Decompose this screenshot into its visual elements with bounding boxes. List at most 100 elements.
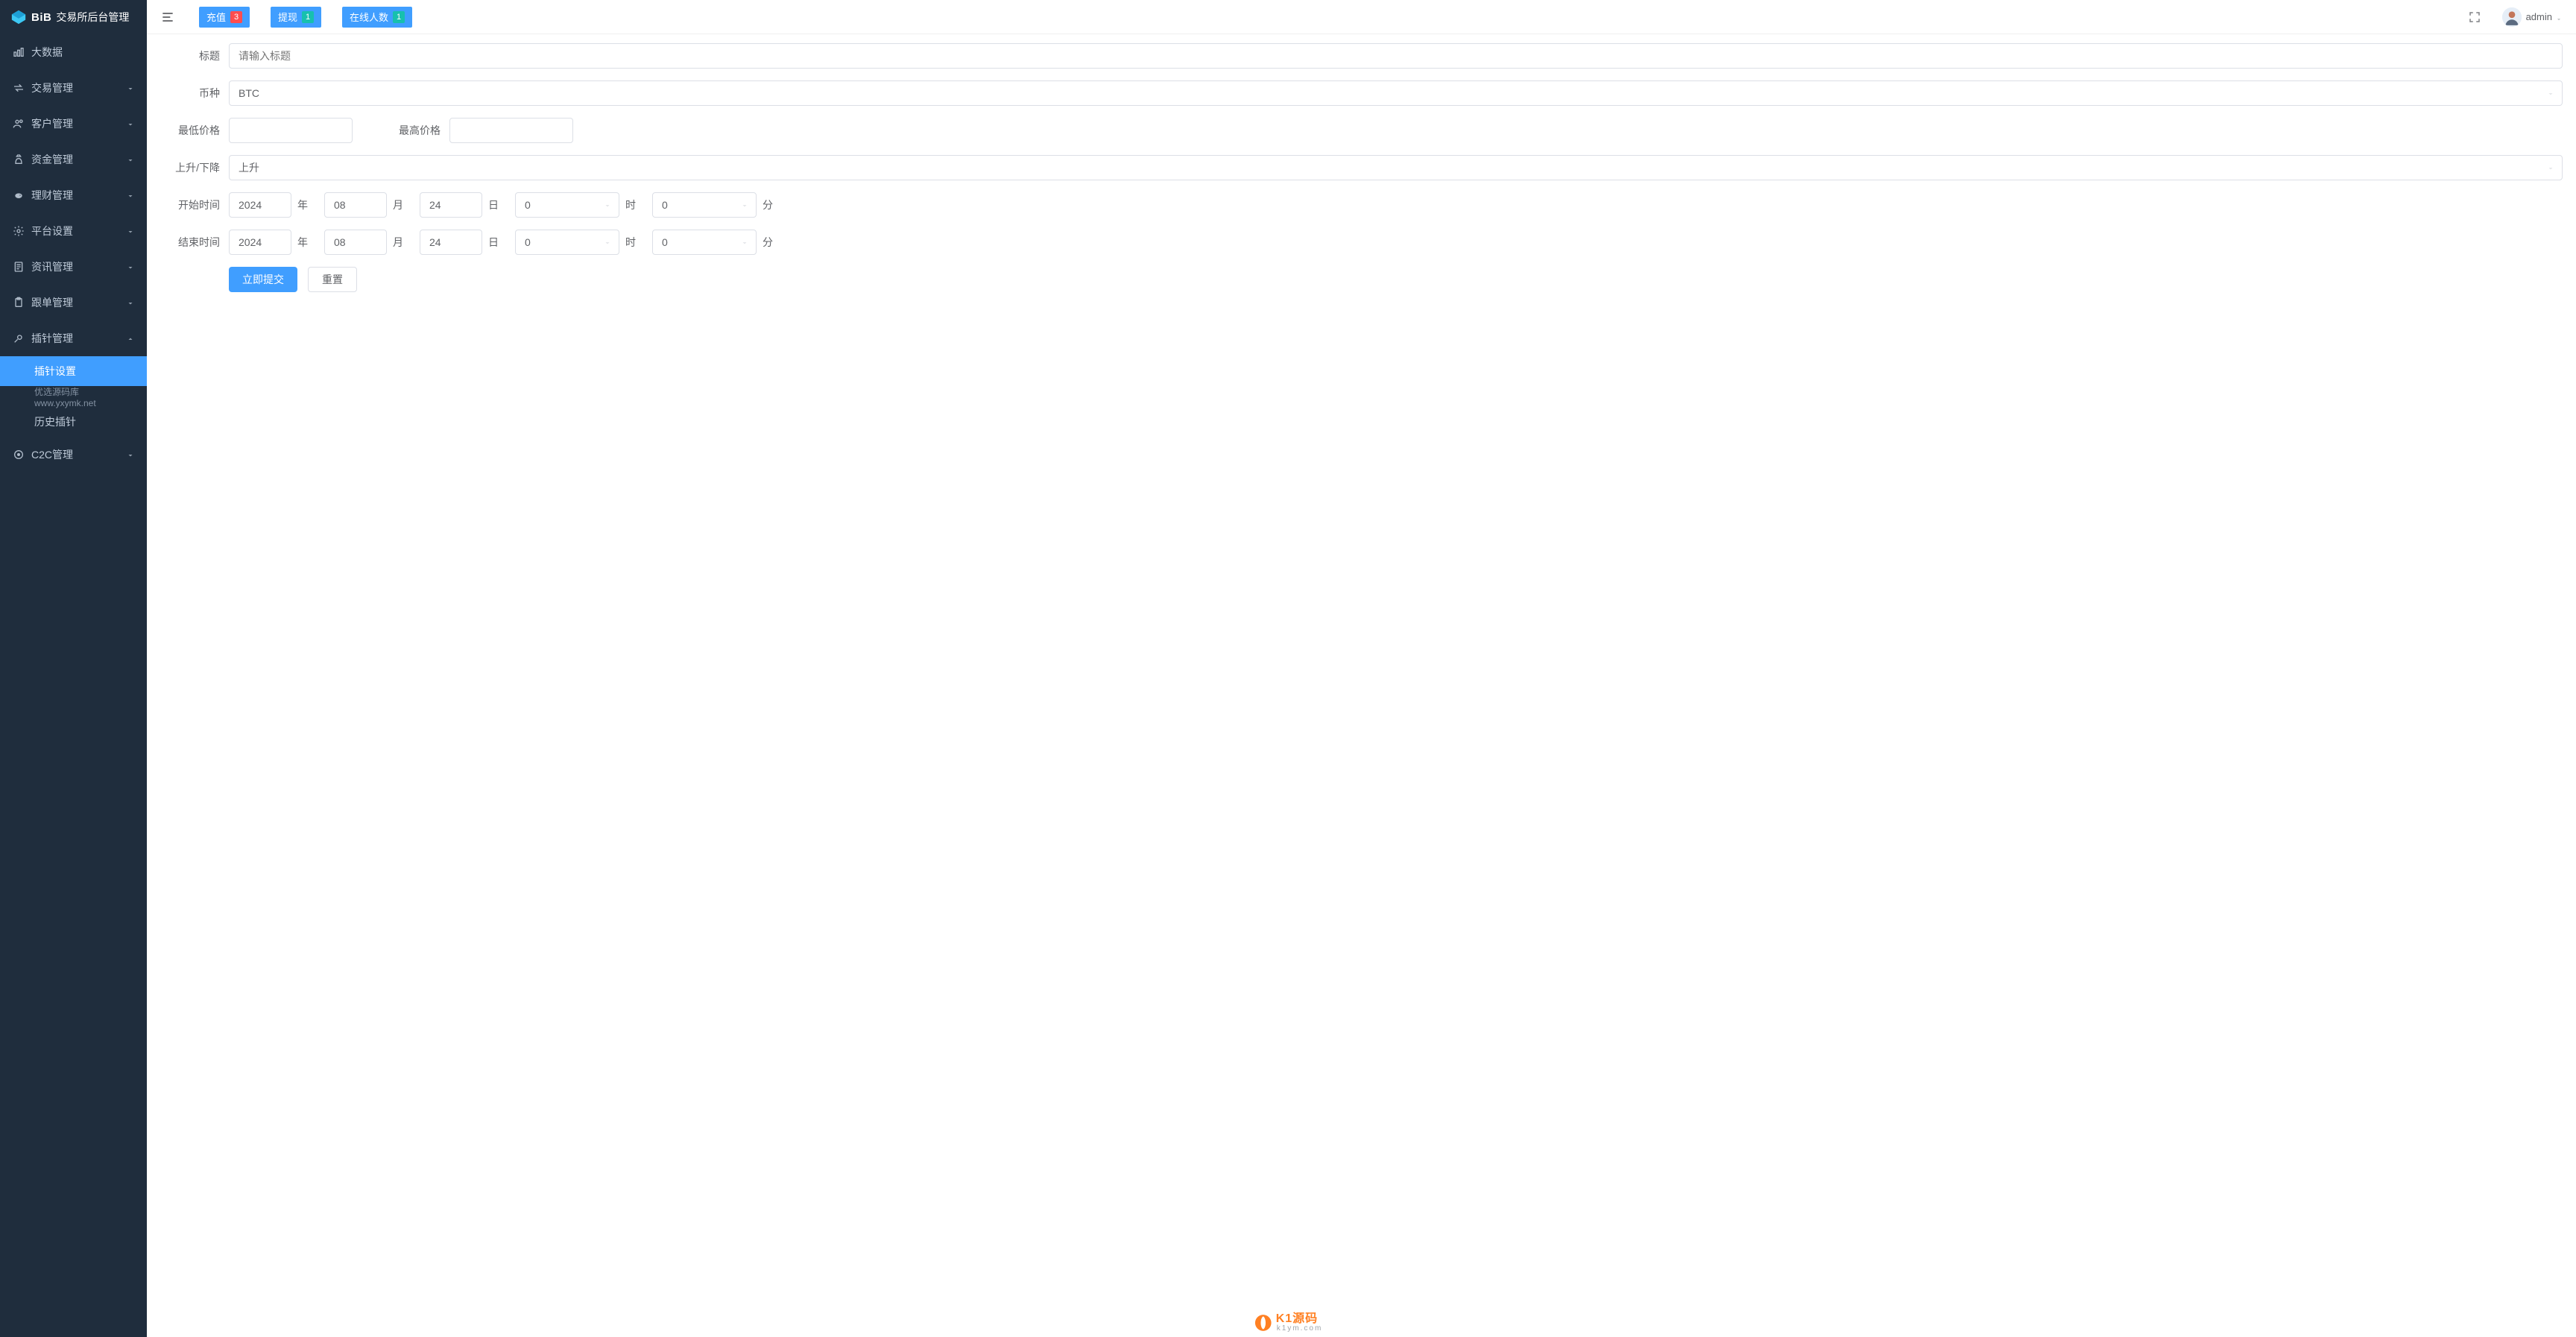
main-area: 充值 3 提现 1 在线人数 1 admin bbox=[147, 0, 2576, 1337]
label-end-time: 结束时间 bbox=[160, 235, 220, 250]
max-price-input[interactable] bbox=[449, 118, 573, 143]
user-menu[interactable]: admin bbox=[2502, 7, 2563, 27]
form-content: 标题 币种 最低价格 最高价格 上升/下降 bbox=[147, 34, 2576, 1337]
sidebar-item-pin[interactable]: 插针管理 bbox=[0, 320, 147, 356]
topbar-btn-count: 3 bbox=[230, 11, 242, 23]
sidebar-note-text: 优选源码库 www.yxymk.net bbox=[34, 385, 135, 408]
sidebar-item-label: 大数据 bbox=[31, 45, 135, 60]
label-title: 标题 bbox=[160, 48, 220, 63]
watermark-sub: k1ym.com bbox=[1277, 1325, 1323, 1333]
sidebar-item-label: 资金管理 bbox=[31, 152, 126, 167]
sidebar-item-label: 客户管理 bbox=[31, 116, 126, 131]
money-bag-icon bbox=[12, 153, 25, 166]
label-max-price: 最高价格 bbox=[373, 123, 441, 138]
avatar-icon bbox=[2502, 7, 2522, 27]
sidebar-item-platform[interactable]: 平台设置 bbox=[0, 213, 147, 249]
sidebar-menu: 大数据 交易管理 客户管理 资金管理 理财管理 bbox=[0, 34, 147, 1337]
sidebar-item-label: 交易管理 bbox=[31, 80, 126, 95]
end-month-input[interactable] bbox=[324, 230, 387, 255]
topbar-btn-recharge[interactable]: 充值 3 bbox=[199, 7, 250, 28]
sidebar-item-customer[interactable]: 客户管理 bbox=[0, 106, 147, 142]
users-icon bbox=[12, 117, 25, 130]
watermark-main: K1源码 bbox=[1276, 1313, 1323, 1325]
unit-day: 日 bbox=[488, 197, 500, 212]
topbar-btn-label: 充值 bbox=[206, 10, 226, 24]
end-hour-select[interactable] bbox=[515, 230, 619, 255]
unit-month: 月 bbox=[393, 197, 405, 212]
label-min-price: 最低价格 bbox=[160, 123, 220, 138]
watermark: K1源码 k1ym.com bbox=[1254, 1313, 1323, 1333]
brand-logo-text: BiB bbox=[31, 11, 51, 24]
start-year-input[interactable] bbox=[229, 192, 291, 218]
fullscreen-icon[interactable] bbox=[2468, 10, 2481, 24]
topbar-btn-withdraw[interactable]: 提现 1 bbox=[271, 7, 321, 28]
sidebar-item-c2c[interactable]: C2C管理 bbox=[0, 437, 147, 472]
sidebar-item-finance[interactable]: 理财管理 bbox=[0, 177, 147, 213]
topbar-btn-count: 1 bbox=[302, 11, 314, 23]
chevron-down-icon bbox=[126, 155, 135, 164]
sidebar-subitem-pin-settings[interactable]: 插针设置 bbox=[0, 356, 147, 386]
menu-toggle-icon[interactable] bbox=[160, 10, 175, 25]
sidebar-item-label: C2C管理 bbox=[31, 447, 126, 462]
app-title: 交易所后台管理 bbox=[56, 10, 129, 25]
sidebar-subitem-note: 优选源码库 www.yxymk.net bbox=[0, 386, 147, 407]
chevron-down-icon bbox=[126, 298, 135, 307]
chevron-down-icon bbox=[126, 227, 135, 236]
unit-minute: 分 bbox=[763, 235, 774, 250]
start-hour-select[interactable] bbox=[515, 192, 619, 218]
user-name: admin bbox=[2526, 11, 2552, 22]
coin-select[interactable] bbox=[229, 80, 2563, 106]
topbar-btn-online[interactable]: 在线人数 1 bbox=[342, 7, 412, 28]
topbar-btn-label: 在线人数 bbox=[350, 10, 388, 24]
unit-day: 日 bbox=[488, 235, 500, 250]
circle-dot-icon bbox=[12, 448, 25, 461]
topbar: 充值 3 提现 1 在线人数 1 admin bbox=[147, 0, 2576, 34]
watermark-icon bbox=[1254, 1313, 1273, 1333]
chevron-down-icon bbox=[126, 119, 135, 128]
title-input[interactable] bbox=[229, 43, 2563, 69]
sidebar-item-copytrade[interactable]: 跟单管理 bbox=[0, 285, 147, 320]
unit-hour: 时 bbox=[625, 197, 637, 212]
sidebar-item-bigdata[interactable]: 大数据 bbox=[0, 34, 147, 70]
sidebar-subitem-pin-history[interactable]: 历史插针 bbox=[0, 407, 147, 437]
unit-month: 月 bbox=[393, 235, 405, 250]
gear-icon bbox=[12, 224, 25, 238]
needle-icon bbox=[12, 332, 25, 345]
chart-bar-icon bbox=[12, 45, 25, 59]
start-minute-select[interactable] bbox=[652, 192, 757, 218]
brand-logo-icon bbox=[10, 9, 27, 25]
unit-year: 年 bbox=[297, 235, 309, 250]
min-price-input[interactable] bbox=[229, 118, 353, 143]
chevron-down-icon bbox=[126, 262, 135, 271]
sidebar-item-trade[interactable]: 交易管理 bbox=[0, 70, 147, 106]
submit-button[interactable]: 立即提交 bbox=[229, 267, 297, 292]
sidebar-subitem-label: 插针设置 bbox=[34, 364, 76, 379]
chevron-down-icon bbox=[126, 191, 135, 200]
clipboard-icon bbox=[12, 296, 25, 309]
sidebar-item-label: 平台设置 bbox=[31, 224, 126, 238]
chevron-up-icon bbox=[126, 334, 135, 343]
sidebar-subitem-label: 历史插针 bbox=[34, 414, 76, 429]
caret-down-icon bbox=[2555, 13, 2563, 21]
sidebar-item-label: 资讯管理 bbox=[31, 259, 126, 274]
label-start-time: 开始时间 bbox=[160, 197, 220, 212]
end-minute-select[interactable] bbox=[652, 230, 757, 255]
sidebar: BiB 交易所后台管理 大数据 交易管理 客户管理 资金管理 bbox=[0, 0, 147, 1337]
end-day-input[interactable] bbox=[420, 230, 482, 255]
sidebar-item-label: 跟单管理 bbox=[31, 295, 126, 310]
sidebar-item-news[interactable]: 资讯管理 bbox=[0, 249, 147, 285]
document-icon bbox=[12, 260, 25, 274]
direction-select[interactable] bbox=[229, 155, 2563, 180]
unit-minute: 分 bbox=[763, 197, 774, 212]
sidebar-item-label: 理财管理 bbox=[31, 188, 126, 203]
chevron-down-icon bbox=[126, 450, 135, 459]
start-month-input[interactable] bbox=[324, 192, 387, 218]
topbar-btn-label: 提现 bbox=[278, 10, 297, 24]
chevron-down-icon bbox=[126, 83, 135, 92]
brand-bar: BiB 交易所后台管理 bbox=[0, 0, 147, 34]
swap-icon bbox=[12, 81, 25, 95]
start-day-input[interactable] bbox=[420, 192, 482, 218]
reset-button[interactable]: 重置 bbox=[308, 267, 357, 292]
sidebar-item-funds[interactable]: 资金管理 bbox=[0, 142, 147, 177]
end-year-input[interactable] bbox=[229, 230, 291, 255]
